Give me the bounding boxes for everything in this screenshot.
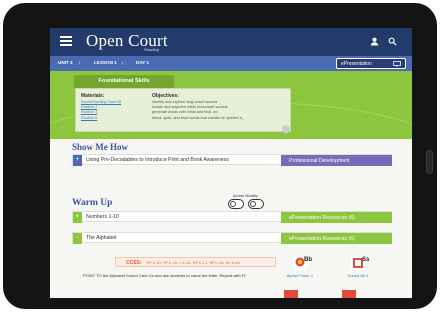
epresentation-label: ePresentation <box>341 61 372 67</box>
warm-up-row[interactable]: + Numbers 1-10 ePresentation Resources (… <box>72 211 392 223</box>
resource-thumbnail[interactable] <box>284 290 298 298</box>
epresentation-button[interactable]: ePresentation <box>336 58 406 69</box>
resource-label: Sound Bk 2 <box>347 273 369 278</box>
expand-icon[interactable]: + <box>73 212 82 223</box>
ccss-standards-bar: CCSS: RF.K.1D, RF.K.1A, L.K.1A, RF.K.1.2… <box>115 257 276 267</box>
user-icon[interactable] <box>370 37 379 46</box>
resource-tile[interactable]: Ss Sound Bk 2 <box>340 256 376 278</box>
access-visibility-label: Access Visibility <box>233 194 258 198</box>
instruction-text: POINT TO the Alphabet Sound Card Go and … <box>83 273 247 278</box>
resource-tag: Bb <box>304 257 312 263</box>
objectives-title: Objectives: <box>152 93 179 99</box>
objective-item: blend, spell, and read words that contai… <box>152 115 244 120</box>
foundational-skills-banner: Foundational Skills Materials: Sound/Spe… <box>50 71 412 139</box>
breadcrumb: UNIT 4 › LESSON 1 › DAY 1 ePresentation <box>50 56 412 71</box>
foundational-skills-tab[interactable]: Foundational Skills <box>74 75 174 88</box>
epresentation-resources-tag[interactable]: ePresentation Resources (6) <box>281 233 392 244</box>
expand-icon[interactable]: + <box>73 155 82 166</box>
resource-tag: Ss <box>362 257 370 263</box>
warm-up-row[interactable]: - The Alphabet ePresentation Resources (… <box>72 232 392 244</box>
materials-list: Sound/Spelling Card 28 Routine 2 Routine… <box>81 100 121 121</box>
more-options-icon[interactable] <box>282 125 290 133</box>
breadcrumb-unit[interactable]: UNIT 4 <box>58 60 73 65</box>
chevron-right-icon: › <box>78 58 81 67</box>
show-me-how-title: Show Me How <box>72 142 128 152</box>
warm-up-row-label: The Alphabet <box>86 235 117 241</box>
professional-development-tag[interactable]: Professional Development <box>281 155 392 166</box>
ccss-codes: RF.K.1D, RF.K.1A, L.K.1A, RF.K.1.2, RF.K… <box>147 260 240 265</box>
show-me-how-row[interactable]: + Using Pre-Decodables to Introduce Prin… <box>72 154 392 166</box>
resource-thumbnail[interactable] <box>342 290 356 298</box>
chevron-right-icon: › <box>121 58 124 67</box>
top-nav-bar: Open Court Reading <box>50 28 412 56</box>
materials-title: Materials: <box>81 93 105 99</box>
objectives-list: identify and explore long vowel sounds i… <box>152 100 244 121</box>
resource-tile[interactable]: Bb Alpha Poster 2 <box>282 256 318 278</box>
collapse-icon[interactable]: - <box>73 233 82 244</box>
ccss-label: CCSS: <box>126 260 142 266</box>
show-me-how-label: Using Pre-Decodables to Introduce Print … <box>86 157 229 163</box>
material-link[interactable]: Routine 5 <box>81 116 121 121</box>
access-toggle-left[interactable] <box>228 199 244 209</box>
menu-icon[interactable] <box>60 36 72 46</box>
epresentation-resources-tag[interactable]: ePresentation Resources (6) <box>281 212 392 223</box>
access-toggle-right[interactable] <box>248 199 264 209</box>
breadcrumb-lesson[interactable]: LESSON 1 <box>94 60 117 65</box>
search-icon[interactable] <box>388 37 397 46</box>
app-screen: Open Court Reading UNIT 4 › LESSON 1 › D… <box>50 28 412 298</box>
tablet-home-button[interactable] <box>426 150 433 174</box>
presentation-icon <box>393 61 401 67</box>
materials-objectives-card: Materials: Sound/Spelling Card 28 Routin… <box>75 88 291 132</box>
app-logo-subtitle: Reading <box>144 47 159 52</box>
breadcrumb-day[interactable]: DAY 1 <box>136 60 149 65</box>
warm-up-title: Warm Up <box>72 198 113 208</box>
resource-label: Alpha Poster 2 <box>286 273 314 278</box>
warm-up-row-label: Numbers 1-10 <box>86 214 119 220</box>
